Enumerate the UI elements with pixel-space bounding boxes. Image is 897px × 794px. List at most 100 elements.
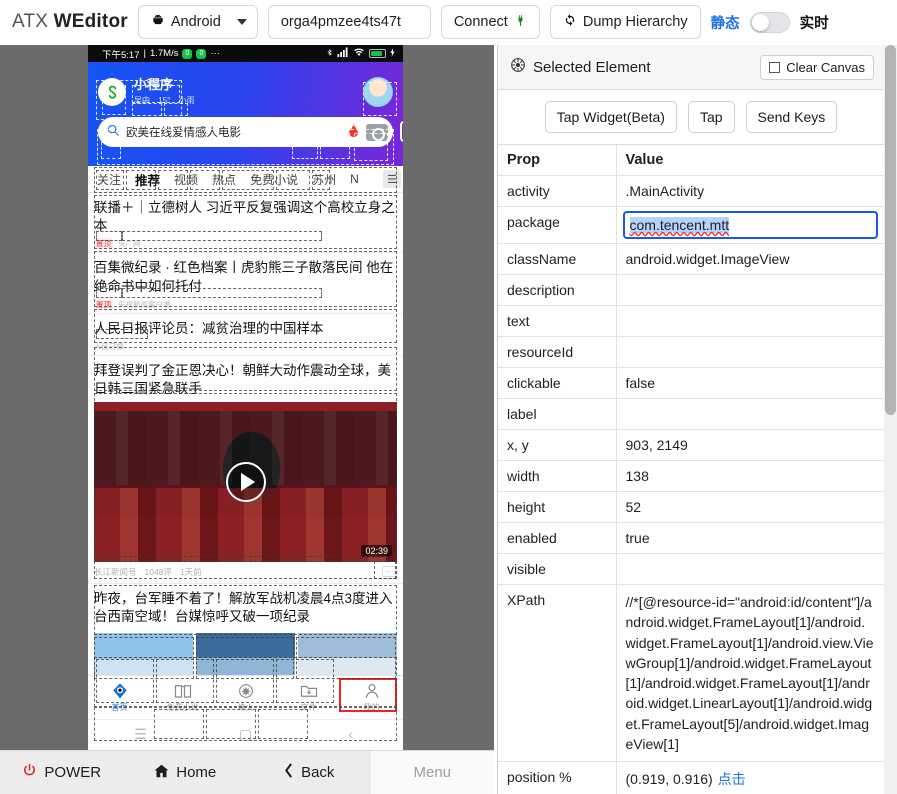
weather-temp: 15°: [158, 95, 171, 105]
table-row: position % (0.919, 0.916) 点击: [498, 761, 884, 794]
table-row: XPath //*[@resource-id="android:id/conte…: [498, 584, 884, 763]
tabbar-item-fenghuo[interactable]: 烽火: [214, 681, 277, 713]
device-serial-input[interactable]: [267, 5, 431, 39]
status-netspeed: 1.7M/s: [149, 48, 179, 59]
flame-icon[interactable]: [347, 124, 360, 141]
home-square-icon[interactable]: ▢: [193, 726, 298, 743]
page-scrollbar[interactable]: [884, 45, 897, 794]
inspector-title: Selected Element: [533, 58, 651, 76]
prop-name: height: [498, 491, 617, 523]
table-row: description: [498, 274, 884, 306]
device-navbar[interactable]: ☰ ▢ ‹: [88, 718, 403, 749]
wifi-icon: [353, 47, 365, 60]
device-key-bar[interactable]: POWER Home Back Menu: [0, 750, 494, 794]
column-header-prop: Prop: [498, 145, 617, 176]
image-strip-item[interactable]: [196, 632, 295, 675]
more-options-icon[interactable]: ⋯: [382, 566, 397, 578]
home-button[interactable]: Home: [124, 751, 248, 794]
package-input[interactable]: com.tencent.mtt: [622, 211, 878, 239]
list-item[interactable]: 昨夜，台军睡不着了！解放军战机凌晨4点3度进入台西南空域！台媒惊呼又破一项纪录: [88, 584, 403, 629]
category-tab-4[interactable]: 免费小说: [243, 171, 305, 188]
back-chevron-icon[interactable]: ‹: [298, 726, 403, 742]
prop-name: clickable: [498, 367, 617, 399]
tabbar-item-home[interactable]: 首页: [88, 681, 151, 713]
video-source: 长江新闻号: [94, 566, 137, 577]
list-item[interactable]: 拜登误判了金正恩决心！朝鲜大动作震动全球，美日韩三国紧急联手: [88, 356, 403, 398]
back-button[interactable]: Back: [247, 751, 371, 794]
top-toolbar: ATX WEditor Android Connect Dump Hierarc…: [0, 0, 897, 45]
list-item[interactable]: 人民日报评论员：减贫治理的中国样本 人民日报: [88, 314, 403, 357]
mode-static-label: 静态: [710, 15, 740, 32]
tabbar-label: 文件: [300, 703, 317, 713]
brand-prefix: ATX: [12, 11, 54, 32]
status-time: 下午5:17: [102, 49, 140, 61]
dump-hierarchy-button[interactable]: Dump Hierarchy: [549, 5, 701, 39]
play-icon[interactable]: [225, 461, 266, 502]
clear-canvas-button[interactable]: Clear Canvas: [760, 54, 874, 80]
folder-download-icon: [299, 681, 318, 700]
device-screenshot[interactable]: 下午5:17 | 1.7M/s 0 0 ··· 小程序 吴中 15° 小雨 欧美…: [88, 45, 403, 750]
prop-name: visible: [498, 553, 617, 585]
category-tab-2[interactable]: 视频: [167, 171, 205, 188]
scrollbar-thumb[interactable]: [885, 45, 896, 415]
tab-count-badge[interactable]: 1: [400, 121, 403, 142]
category-tab-6[interactable]: N: [343, 172, 366, 186]
properties-table: Prop Value activity .MainActivity packag…: [498, 145, 884, 794]
prop-name: label: [498, 398, 617, 430]
tap-button[interactable]: Tap: [687, 101, 735, 133]
prop-value: 52: [616, 491, 884, 523]
device-canvas-panel[interactable]: 下午5:17 | 1.7M/s 0 0 ··· 小程序 吴中 15° 小雨 欧美…: [0, 45, 494, 750]
category-tab-1[interactable]: 推荐: [128, 170, 167, 189]
tap-widget-button[interactable]: Tap Widget(Beta): [544, 101, 677, 133]
browser-search-bar[interactable]: 欧美在线爱情感人电影 1: [98, 117, 403, 147]
position-click-link[interactable]: 点击: [718, 771, 746, 787]
power-button[interactable]: POWER: [0, 751, 124, 794]
inspector-panel: Selected Element Clear Canvas Tap Widget…: [497, 45, 884, 794]
book-icon: [173, 681, 192, 700]
camera-icon[interactable]: [366, 123, 388, 141]
status-badge-1: 0: [182, 48, 193, 59]
tabbar-item-novel[interactable]: 免费小说: [151, 681, 214, 713]
menu-label: Menu: [413, 764, 452, 781]
toggle-knob: [751, 13, 769, 31]
live-mode-toggle[interactable]: [749, 11, 790, 33]
connect-button[interactable]: Connect: [440, 5, 540, 39]
prop-name: resourceId: [498, 336, 617, 368]
prop-value: true: [616, 522, 884, 554]
tabbar-item-files[interactable]: 文件: [277, 681, 340, 713]
news-title: 人民日报评论员：减贫治理的中国样本: [94, 320, 324, 336]
user-avatar-icon[interactable]: [363, 77, 393, 107]
list-item[interactable]: 联播＋｜立德树人 习近平反复强调这个高校立身之本 置顶 央广网: [88, 193, 403, 254]
table-row: className android.widget.ImageView: [498, 243, 884, 275]
send-keys-button[interactable]: Send Keys: [745, 101, 838, 133]
category-tabs[interactable]: 关注 推荐 视频 热点 免费小说 苏州 N ☰: [88, 166, 403, 193]
recents-icon[interactable]: ☰: [88, 726, 193, 743]
device-tabbar[interactable]: 首页 免费小说 烽火 文件 我的: [88, 674, 403, 719]
mini-program-entry[interactable]: 小程序 吴中 15° 小雨: [98, 78, 201, 106]
platform-select[interactable]: Android: [137, 5, 258, 39]
category-tab-3[interactable]: 热点: [205, 171, 243, 188]
prop-value: [616, 336, 884, 368]
prop-name: enabled: [498, 522, 617, 554]
bluetooth-icon: [326, 47, 333, 61]
back-label: Back: [301, 764, 335, 781]
video-thumbnail[interactable]: 02:39: [94, 401, 397, 562]
prop-value: 138: [616, 460, 884, 492]
checkbox-icon[interactable]: [769, 61, 781, 73]
category-tab-5[interactable]: 苏州: [305, 171, 343, 188]
video-comments: 1048评: [144, 566, 172, 577]
inspector-actions: Tap Widget(Beta) Tap Send Keys: [498, 90, 884, 145]
platform-label: Android: [170, 14, 221, 30]
power-icon: [22, 763, 37, 783]
prop-value: [616, 274, 884, 306]
news-source: 央广网: [118, 239, 141, 249]
menu-button[interactable]: Menu: [370, 751, 494, 794]
hamburger-icon[interactable]: ☰: [383, 170, 401, 188]
prop-value[interactable]: com.tencent.mtt: [616, 206, 884, 244]
image-strip[interactable]: [94, 632, 397, 675]
news-title: 联播＋｜立德树人 习近平反复强调这个高校立身之本: [94, 200, 395, 234]
list-item[interactable]: 百集微纪录 · 红色档案丨虎豹熊三子散落民间 他在绝命书中如何托付 置顶 央视新…: [88, 253, 403, 314]
image-strip-item[interactable]: [94, 632, 193, 675]
image-strip-item[interactable]: [298, 632, 397, 675]
category-tab-0[interactable]: 关注: [90, 171, 128, 188]
